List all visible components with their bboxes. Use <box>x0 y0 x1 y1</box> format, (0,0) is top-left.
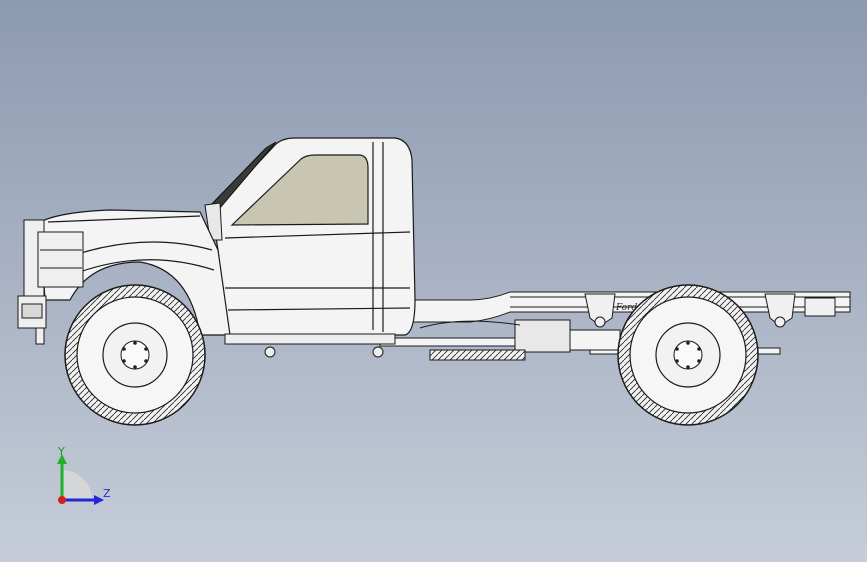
running-board <box>224 333 396 358</box>
cad-viewport[interactable]: Ford Y Z <box>0 0 867 562</box>
coordinate-triad[interactable]: Y Z <box>57 445 111 505</box>
z-axis-label: Z <box>103 487 111 500</box>
truck-model[interactable]: Ford Y Z <box>0 0 867 562</box>
y-axis-label: Y <box>57 445 65 458</box>
front-wheel <box>64 284 206 426</box>
triad-plane <box>62 470 92 500</box>
x-axis-origin <box>58 496 66 504</box>
rear-wheel <box>617 284 759 426</box>
